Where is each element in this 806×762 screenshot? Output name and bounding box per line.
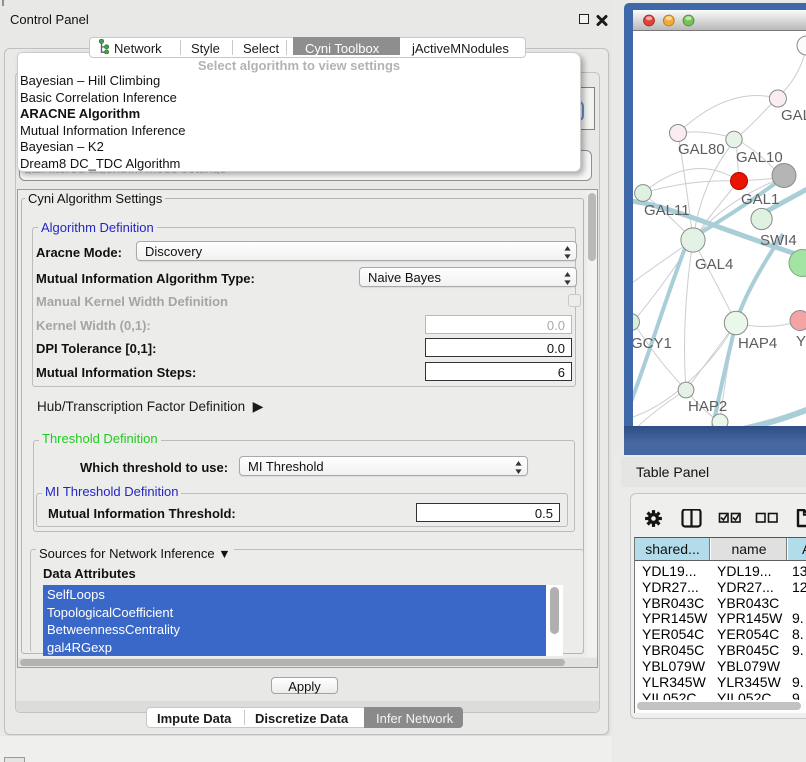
svg-text:GAL80: GAL80: [678, 141, 725, 158]
svg-text:GAL1: GAL1: [741, 191, 779, 208]
svg-text:GCY1: GCY1: [633, 335, 672, 352]
svg-text:GAL7: GAL7: [781, 107, 806, 124]
svg-text:GAL10: GAL10: [736, 149, 783, 166]
svg-text:SWI4: SWI4: [760, 232, 797, 249]
svg-text:HAP4: HAP4: [738, 335, 777, 352]
svg-text:Y: Y: [796, 333, 806, 350]
svg-text:GAL11: GAL11: [644, 202, 690, 219]
svg-text:GAL4: GAL4: [695, 256, 733, 273]
svg-text:HAP2: HAP2: [688, 398, 727, 415]
